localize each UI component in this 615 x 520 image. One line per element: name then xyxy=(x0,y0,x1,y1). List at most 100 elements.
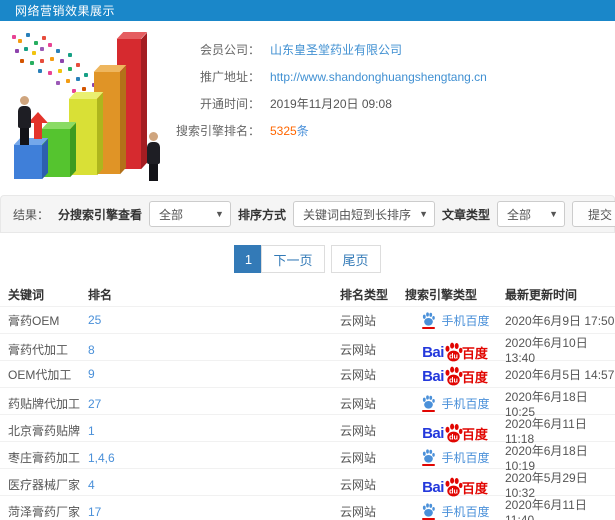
baidu-logo-bai-text: Bai xyxy=(422,424,444,442)
engine-type-cell: Bai du 百度 xyxy=(405,340,505,361)
svg-text:du: du xyxy=(449,351,458,360)
mobile-baidu-logo: 手机百度 xyxy=(420,395,490,412)
baidu-logo: Bai du 百度 xyxy=(422,421,488,442)
mobile-baidu-logo: 手机百度 xyxy=(420,311,490,329)
mobile-baidu-underline xyxy=(421,410,435,412)
mobile-baidu-paw-icon xyxy=(420,395,436,412)
article-type-value: 全部 xyxy=(507,207,532,222)
company-link[interactable]: 山东皇圣堂药业有限公司 xyxy=(270,37,402,64)
mobile-baidu-logo: 手机百度 xyxy=(420,449,490,466)
chevron-down-icon: ▼ xyxy=(419,209,428,219)
rank-link[interactable]: 27 xyxy=(88,397,340,411)
updated-time-cell: 2020年6月5日 14:57 xyxy=(505,367,615,382)
mobile-baidu-paw-icon xyxy=(420,449,436,466)
chevron-down-icon: ▼ xyxy=(215,209,224,219)
baidu-logo-cn-text: 百度 xyxy=(461,370,488,385)
mobile-baidu-label: 手机百度 xyxy=(441,397,490,411)
engine-rank-row: 搜索引擎排名： 5325条 xyxy=(172,118,615,145)
mobile-baidu-underline xyxy=(421,326,435,329)
promo-url-label: 推广地址： xyxy=(199,70,260,84)
keyword-cell: 医疗器械厂家 xyxy=(8,478,81,492)
promo-url-link[interactable]: http://www.shandonghuangshengtang.cn xyxy=(270,64,487,91)
keyword-cell: 北京膏药贴牌 xyxy=(8,424,81,438)
table-row: 医疗器械厂家 4 云网站 Bai du 百度 2020年5月29日 10:32 xyxy=(0,468,615,500)
rank-link[interactable]: 1 xyxy=(88,424,340,438)
mobile-baidu-underline xyxy=(421,464,435,466)
engine-rank-value: 5325条 xyxy=(270,118,309,145)
article-type-select[interactable]: 全部 ▼ xyxy=(497,201,565,227)
rank-type-cell: 云网站 xyxy=(340,367,377,382)
open-time-row: 开通时间： 2019年11月20日 09:08 xyxy=(172,91,615,118)
open-time-value: 2019年11月20日 09:08 xyxy=(270,97,392,111)
engine-filter-select[interactable]: 全部 ▼ xyxy=(148,201,231,227)
promo-url-row: 推广地址： http://www.shandonghuangshengtang.… xyxy=(172,64,615,91)
baidu-logo: Bai du 百度 xyxy=(422,475,488,496)
rank-link[interactable]: 1,4,6 xyxy=(88,451,340,465)
info-panel: 会员公司： 山东皇圣堂药业有限公司 推广地址： http://www.shand… xyxy=(0,29,615,189)
filter-controls: 分搜索引擎查看 全部 ▼ 排序方式 关键词由短到长排序 ▼ 文章类型 全部 ▼ … xyxy=(57,201,615,227)
table-row: 菏泽膏药厂家 17 云网站 手机百度 2020年6月11日 11:40 xyxy=(0,495,615,520)
keyword-cell: 菏泽膏药厂家 xyxy=(8,505,81,519)
up-arrow-icon xyxy=(28,112,48,139)
updated-time-cell: 2020年6月11日 11:40 xyxy=(505,498,587,520)
page-1-button[interactable]: 1 xyxy=(234,245,263,273)
baidu-logo: Bai du 百度 xyxy=(422,340,488,361)
svg-text:du: du xyxy=(449,375,458,384)
rank-link[interactable]: 8 xyxy=(88,343,340,357)
businessman-figure-right xyxy=(142,132,164,181)
sort-value: 关键词由短到长排序 xyxy=(302,207,411,222)
baidu-logo-bai-text: Bai xyxy=(422,478,444,496)
column-header-rank-type: 排名类型 xyxy=(340,287,389,302)
submit-button[interactable]: 提交 xyxy=(572,201,615,227)
rank-link[interactable]: 9 xyxy=(88,367,340,381)
column-header-engine-type: 搜索引擎类型 xyxy=(405,287,478,302)
updated-time-cell: 2020年6月9日 17:50 xyxy=(505,313,615,328)
rank-link[interactable]: 17 xyxy=(88,505,340,519)
column-header-rank: 排名 xyxy=(88,287,113,302)
table-row: 膏药代加工 8 云网站 Bai du 百度 2020年6月10日 13:40 xyxy=(0,333,615,365)
baidu-paw-icon: du xyxy=(445,366,463,386)
table-body: 膏药OEM 25 云网站 手机百度 2020年6月9日 17:50 膏药代加工 … xyxy=(0,306,615,520)
company-label: 会员公司： xyxy=(199,43,260,57)
baidu-paw-icon: du xyxy=(445,342,463,361)
engine-type-cell: Bai du 百度 xyxy=(405,364,505,386)
header-bar: 网络营销效果展示 xyxy=(0,0,615,21)
rank-link[interactable]: 25 xyxy=(88,313,340,327)
engine-type-cell: 手机百度 xyxy=(405,449,505,466)
company-row: 会员公司： 山东皇圣堂药业有限公司 xyxy=(172,37,615,64)
updated-time-cell: 2020年6月10日 13:40 xyxy=(505,336,588,365)
engine-rank-label: 搜索引擎排名： xyxy=(175,124,260,138)
svg-text:du: du xyxy=(449,486,458,495)
table-row: 北京膏药贴牌 1 云网站 Bai du 百度 2020年6月11日 11:18 xyxy=(0,414,615,446)
rank-type-cell: 云网站 xyxy=(340,505,377,519)
mobile-baidu-label: 手机百度 xyxy=(441,313,490,328)
last-page-button[interactable]: 尾页 xyxy=(330,245,381,273)
illustration-bar-blue xyxy=(14,145,42,179)
baidu-logo-cn-text: 百度 xyxy=(461,426,488,442)
chevron-down-icon: ▼ xyxy=(549,209,558,219)
baidu-paw-icon: du xyxy=(445,423,463,442)
baidu-logo: Bai du 百度 xyxy=(422,364,488,386)
engine-filter-label: 分搜索引擎查看 xyxy=(57,207,142,222)
column-header-updated: 最新更新时间 xyxy=(505,287,578,302)
column-header-keyword: 关键词 xyxy=(8,287,45,302)
table-row: 药贴牌代加工 27 云网站 手机百度 2020年6月18日 10:25 xyxy=(0,387,615,419)
engine-type-cell: 手机百度 xyxy=(405,311,505,329)
rank-type-cell: 云网站 xyxy=(340,313,377,328)
keyword-cell: 枣庄膏药加工 xyxy=(8,451,81,465)
open-time-label: 开通时间： xyxy=(199,97,260,111)
mobile-baidu-logo: 手机百度 xyxy=(420,503,490,520)
keyword-cell: OEM代加工 xyxy=(8,367,72,382)
mobile-baidu-paw-icon xyxy=(420,503,436,520)
rank-type-cell: 云网站 xyxy=(340,397,377,411)
rank-link[interactable]: 4 xyxy=(88,478,340,492)
keyword-cell: 药贴牌代加工 xyxy=(8,397,81,411)
sort-label: 排序方式 xyxy=(237,207,286,222)
sort-select[interactable]: 关键词由短到长排序 ▼ xyxy=(292,201,435,227)
member-info-list: 会员公司： 山东皇圣堂药业有限公司 推广地址： http://www.shand… xyxy=(172,29,615,189)
next-page-button[interactable]: 下一页 xyxy=(261,245,325,273)
rank-type-cell: 云网站 xyxy=(340,478,377,492)
businessman-figure-left xyxy=(13,96,35,145)
mobile-baidu-label: 手机百度 xyxy=(441,505,490,519)
rank-type-cell: 云网站 xyxy=(340,343,377,357)
